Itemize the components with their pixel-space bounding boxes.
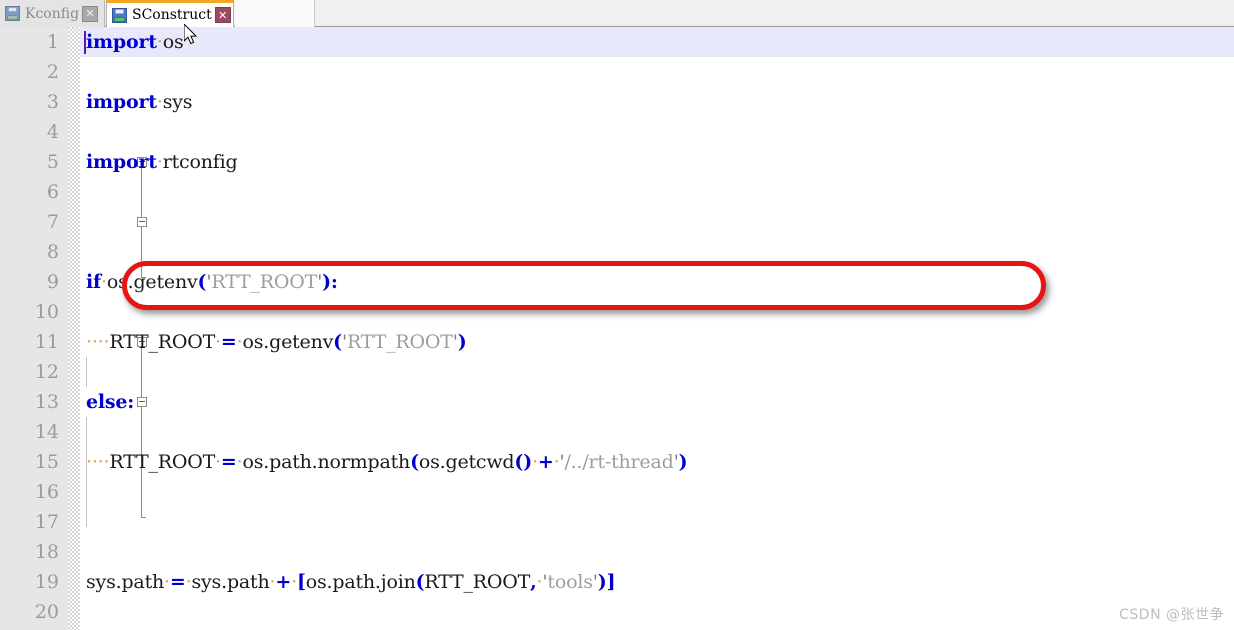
- tab-sconstruct-label: SConstruct: [132, 7, 212, 23]
- line-number: 14: [34, 421, 59, 443]
- code-line[interactable]: ····RTT_ROOT·=·os.getenv('RTT_ROOT') RTT…: [80, 327, 1234, 357]
- code-editor[interactable]: 1 2 3 4 5 6 7 8 9 10 11 12 13 14 15 16 1…: [0, 27, 1234, 630]
- floppy-save-icon: [112, 7, 127, 23]
- code-line-text: import·sys: [86, 91, 193, 113]
- code-line[interactable]: import·os import os: [80, 27, 1234, 57]
- floppy-save-icon: [5, 6, 20, 21]
- line-number: 16: [34, 481, 59, 503]
- code-line-text: import·rtconfig: [86, 151, 238, 173]
- mouse-cursor-icon: [184, 24, 198, 45]
- line-number: 15: [34, 451, 59, 473]
- line-number: 13: [34, 391, 59, 413]
- code-line-text: ····RTT_ROOT·=·os.path.normpath(os.getcw…: [86, 451, 688, 473]
- line-number: 19: [34, 571, 59, 593]
- code-line[interactable]: [80, 207, 1234, 237]
- line-number: 4: [46, 121, 59, 143]
- code-line-highlighted[interactable]: ····RTT_ROOT·=·os.path.normpath(os.getcw…: [80, 447, 1234, 477]
- line-number: 18: [34, 541, 59, 563]
- line-number: 2: [46, 61, 59, 83]
- code-line[interactable]: import·rtconfig import rtconfig: [80, 147, 1234, 177]
- code-line[interactable]: sys.path·=·sys.path·+·[os.path.join(RTT_…: [80, 567, 1234, 597]
- code-line[interactable]: import·sys import sys: [80, 87, 1234, 117]
- code-line-text: if·os.getenv('RTT_ROOT'):: [86, 271, 338, 293]
- line-number: 3: [46, 91, 59, 113]
- tab-sconstruct-close-icon[interactable]: ✕: [214, 7, 231, 23]
- tab-bar-filler-segment: [235, 0, 315, 27]
- code-line-text: ····RTT_ROOT·=·os.getenv('RTT_ROOT'): [86, 331, 467, 353]
- line-number: 20: [34, 601, 59, 623]
- code-text-area[interactable]: import·os import os import·sys import sy…: [80, 27, 1234, 630]
- code-line-text: else:: [86, 391, 135, 413]
- line-number: 9: [46, 271, 59, 293]
- line-number: 6: [46, 181, 59, 203]
- csdn-watermark: CSDN @张世争: [1119, 607, 1224, 623]
- code-line[interactable]: [80, 507, 1234, 537]
- line-number: 12: [34, 361, 59, 383]
- tab-kconfig-label: Kconfig: [25, 5, 80, 22]
- line-number-gutter: 1 2 3 4 5 6 7 8 9 10 11 12 13 14 15 16 1…: [0, 27, 68, 630]
- tab-kconfig[interactable]: Kconfig ✕: [0, 0, 105, 27]
- line-number: 10: [34, 301, 59, 323]
- code-line-text: sys.path·=·sys.path·+·[os.path.join(RTT_…: [86, 571, 616, 593]
- line-number: 17: [34, 511, 59, 533]
- tab-bar-filler: [235, 0, 1234, 27]
- line-number: 11: [34, 331, 59, 353]
- line-number: 5: [46, 151, 59, 173]
- fold-margin[interactable]: [68, 27, 147, 630]
- line-number: 7: [46, 211, 59, 233]
- editor-tab-bar: Kconfig ✕ SConstruct ✕: [0, 0, 1234, 27]
- code-line[interactable]: else: else:: [80, 387, 1234, 417]
- tab-kconfig-close-icon[interactable]: ✕: [82, 5, 99, 22]
- tab-sconstruct[interactable]: SConstruct ✕: [106, 0, 234, 27]
- line-number: 8: [46, 241, 59, 263]
- code-line[interactable]: if·os.getenv('RTT_ROOT'): if os.getenv('…: [80, 267, 1234, 297]
- line-number: 1: [46, 31, 59, 53]
- code-line-text: import·os: [86, 31, 184, 53]
